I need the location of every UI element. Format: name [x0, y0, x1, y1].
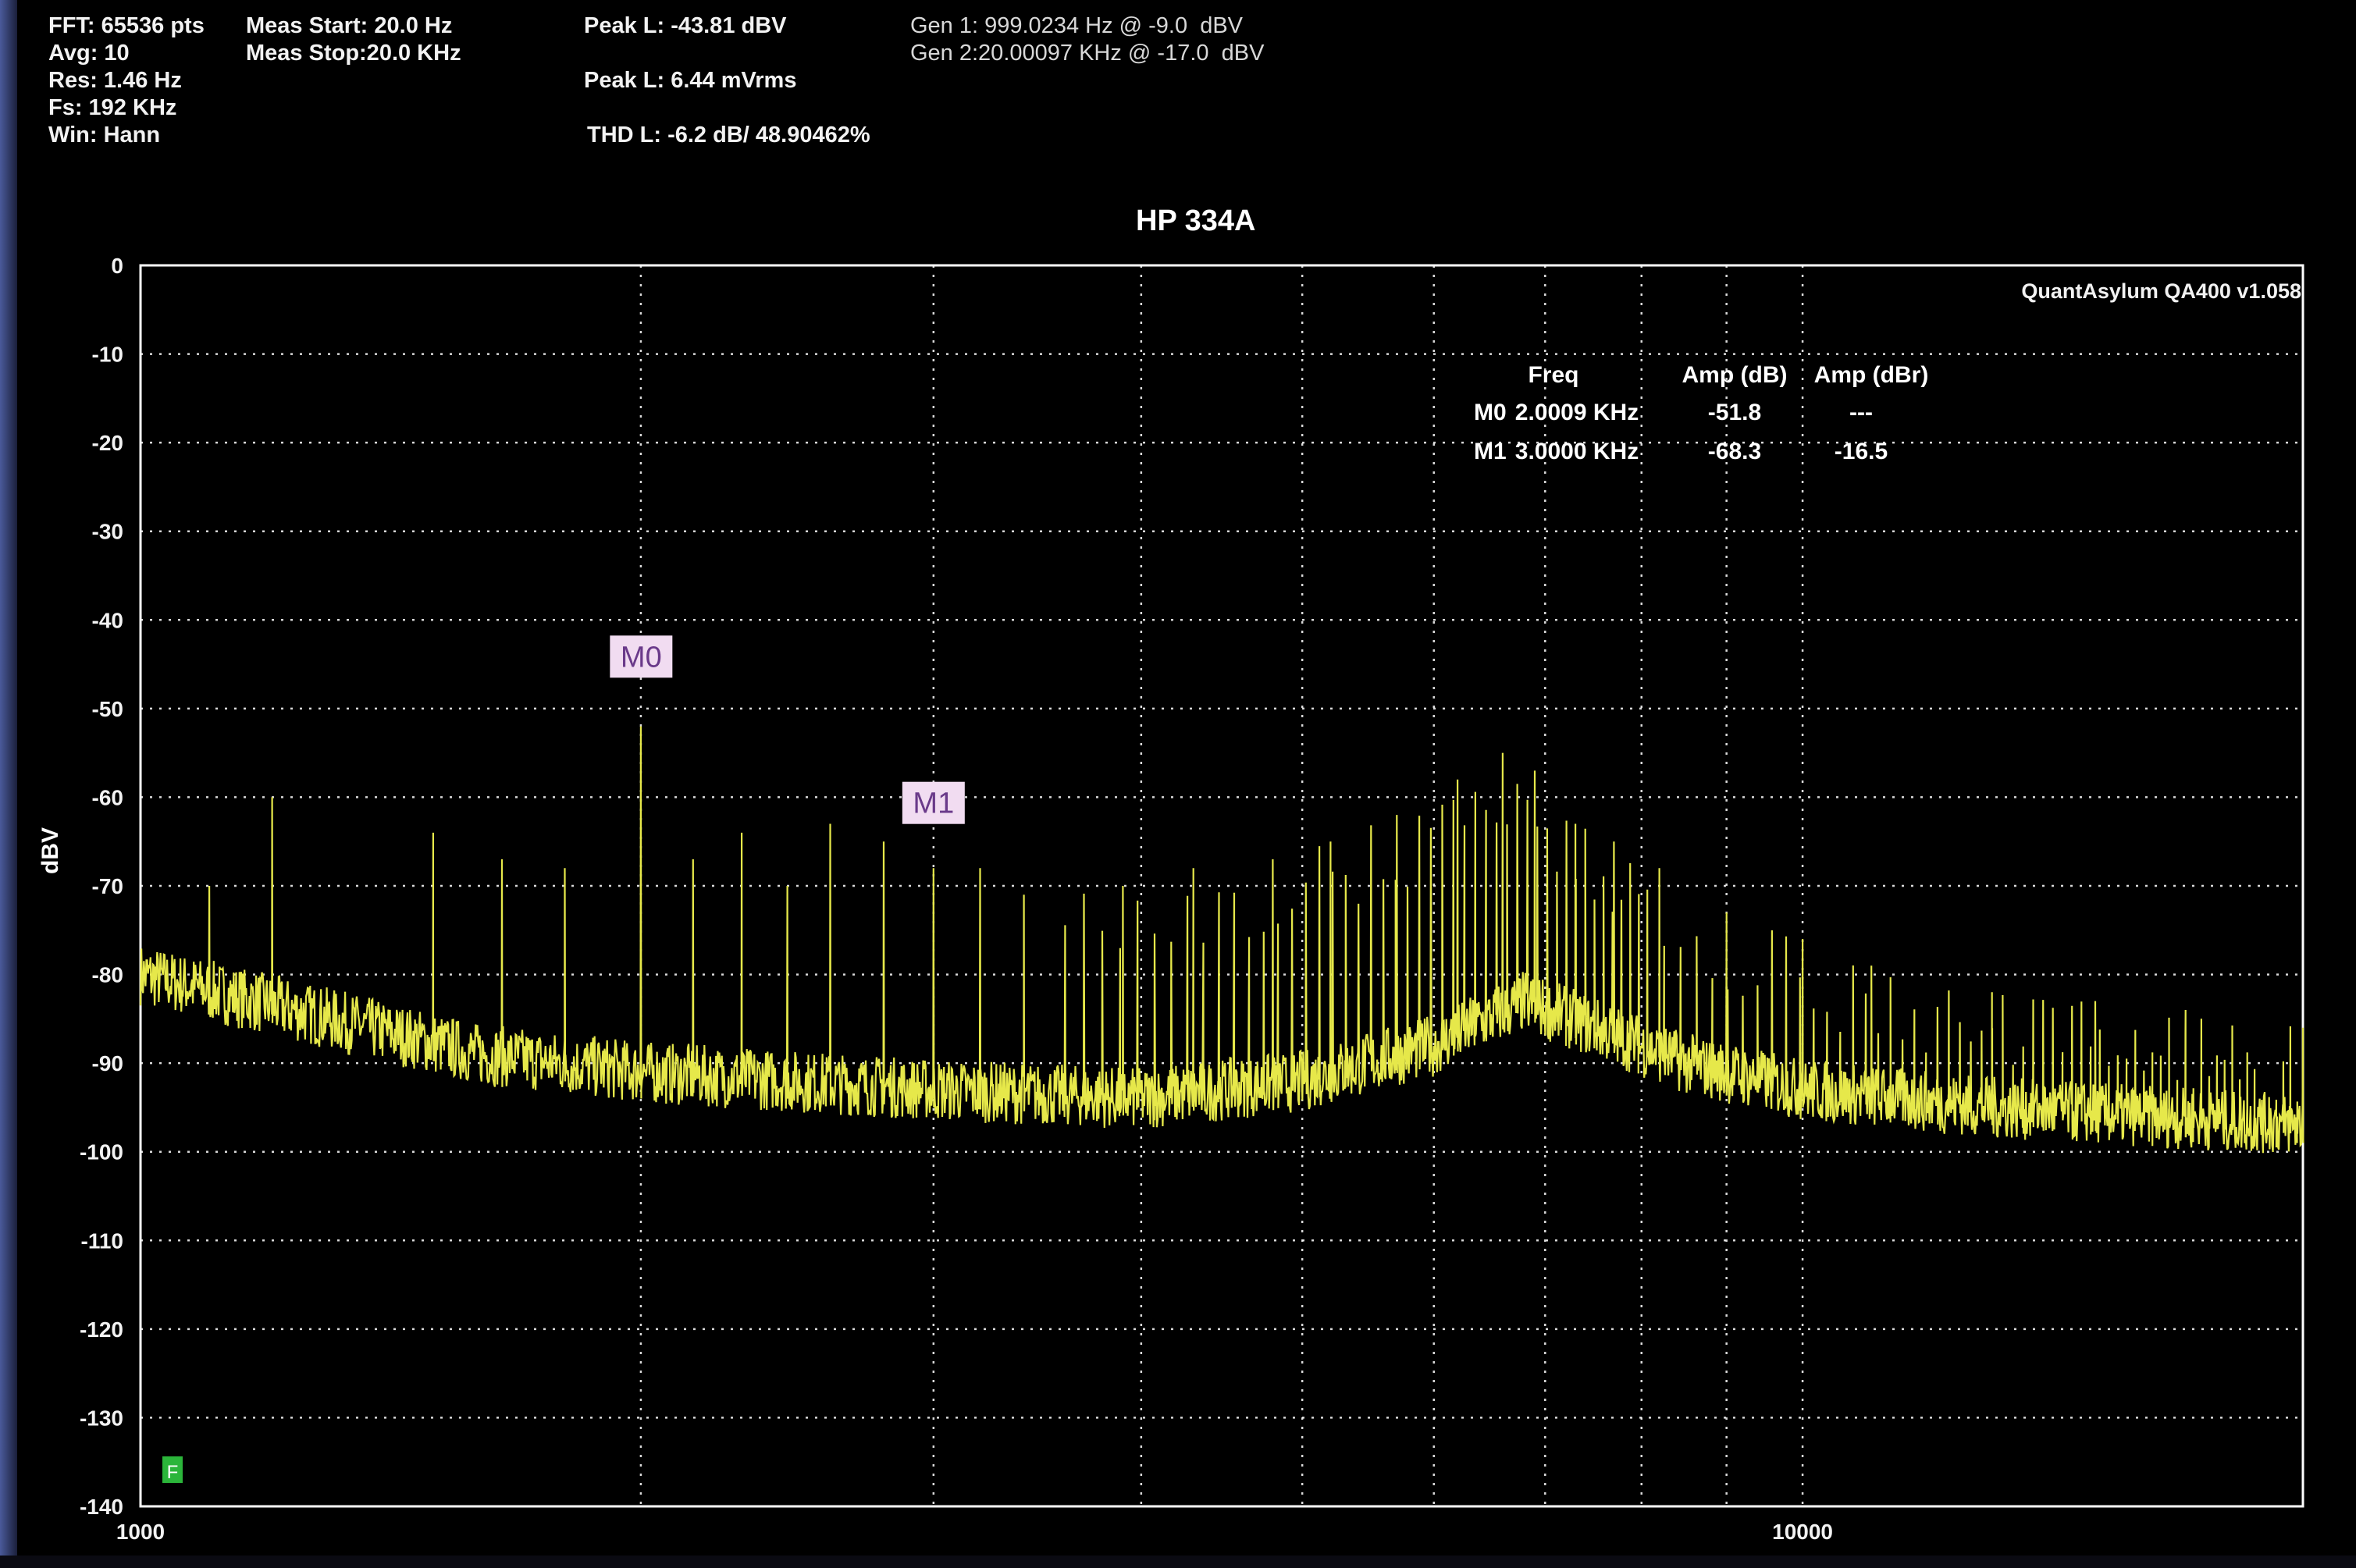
marker-table-header: Freq — [1528, 362, 1578, 388]
marker-table-cell: M1 — [1474, 439, 1507, 464]
y-tick-label: -20 — [92, 431, 123, 455]
y-tick-label: -50 — [92, 697, 123, 721]
marker-table-header: Amp (dB) — [1682, 362, 1788, 388]
marker-table-cell: -16.5 — [1835, 439, 1888, 464]
y-tick-label: -130 — [80, 1406, 123, 1430]
marker-table-cell: 3.0000 KHz — [1515, 439, 1639, 464]
watermark-text: QuantAsylum QA400 v1.058 — [2021, 279, 2301, 303]
y-tick-label: -140 — [80, 1495, 123, 1519]
y-tick-label: -70 — [92, 874, 123, 898]
y-tick-label: -10 — [92, 343, 123, 367]
y-tick-label: -40 — [92, 608, 123, 632]
y-tick-label: -90 — [92, 1051, 123, 1076]
marker-table-header: Amp (dBr) — [1814, 362, 1929, 388]
marker-label-m0: M0 — [621, 641, 662, 674]
spectrum-chart: 0 -10 -20 -30 -40 -50 -60 -70 -80 -90 -100 -110 -120… — [80, 254, 2304, 1544]
marker-table-cell: M0 — [1474, 400, 1507, 425]
spectrum-trace — [139, 726, 2304, 1154]
marker-table-cell: -51.8 — [1708, 400, 1761, 425]
marker-table-cell: 2.0009 KHz — [1515, 400, 1639, 425]
reference-flag-label: F — [167, 1462, 179, 1483]
y-tick-label: 0 — [111, 254, 123, 278]
y-tick-label: -110 — [81, 1228, 124, 1253]
y-tick-label: -80 — [92, 963, 123, 987]
x-tick-label: 1000 — [116, 1520, 165, 1544]
marker-label-m1: M1 — [913, 788, 954, 820]
y-tick-label: -30 — [92, 520, 123, 544]
y-tick-label: -120 — [80, 1317, 123, 1342]
x-tick-label: 10000 — [1772, 1520, 1833, 1544]
marker-table-cell: --- — [1849, 400, 1873, 425]
y-tick-label: -60 — [92, 785, 123, 809]
y-tick-label: -100 — [80, 1140, 123, 1164]
marker-table-cell: -68.3 — [1708, 439, 1761, 464]
